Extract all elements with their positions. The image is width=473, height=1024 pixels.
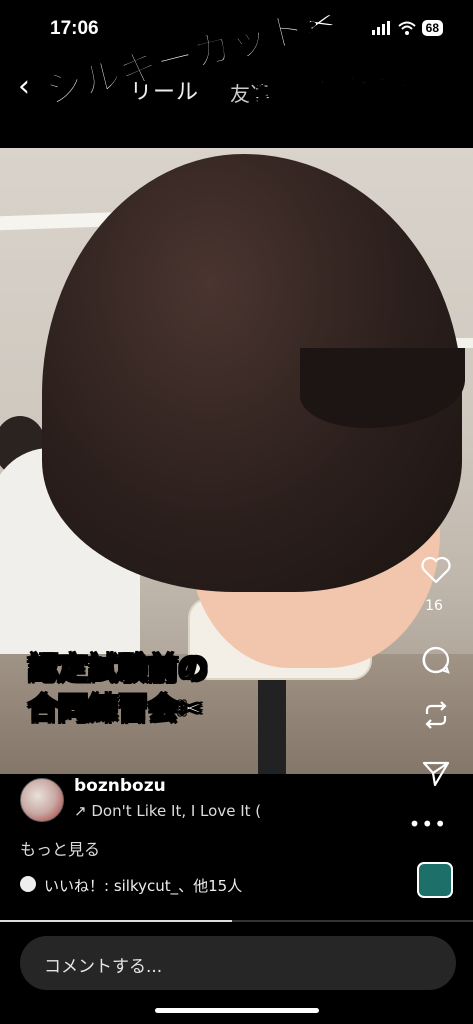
mannequin-stand (258, 678, 286, 774)
battery-indicator: 68 (421, 20, 443, 36)
home-indicator[interactable] (155, 1008, 319, 1013)
comment-placeholder[interactable]: コメントする... (44, 952, 162, 977)
status-icons: 68 (371, 20, 443, 36)
remix-button[interactable] (421, 700, 451, 730)
audio-track-link[interactable]: ↗ Don't Like It, I Love It ( (74, 802, 261, 820)
video-progress-fill (0, 920, 232, 922)
likes-summary[interactable]: いいね！: silkycut_、他15人 (44, 875, 242, 896)
repost-icon (425, 701, 447, 729)
back-button[interactable]: ‹ (18, 72, 30, 102)
like-count: 16 (425, 598, 443, 614)
audio-thumbnail[interactable] (417, 862, 453, 898)
comment-button[interactable] (421, 645, 451, 675)
send-icon (422, 761, 450, 787)
see-more-link[interactable]: もっと見る (20, 836, 100, 860)
likes-avatar (20, 876, 36, 892)
overlay-caption-line1: 認定試験前の (27, 651, 209, 688)
username[interactable]: boznbozu (74, 776, 166, 796)
like-button[interactable] (421, 556, 451, 584)
more-options-button[interactable]: ••• (409, 812, 447, 836)
share-button[interactable] (421, 758, 451, 788)
status-time: 17:06 (50, 18, 99, 39)
overlay-caption-line2: 合同練習会✂ (27, 691, 204, 728)
comment-icon (422, 646, 450, 674)
heart-icon (421, 556, 451, 584)
avatar[interactable] (20, 778, 64, 822)
signal-icon (371, 21, 390, 35)
wifi-icon (397, 21, 416, 35)
overlay-subtitle: 広島スクール (245, 58, 418, 121)
